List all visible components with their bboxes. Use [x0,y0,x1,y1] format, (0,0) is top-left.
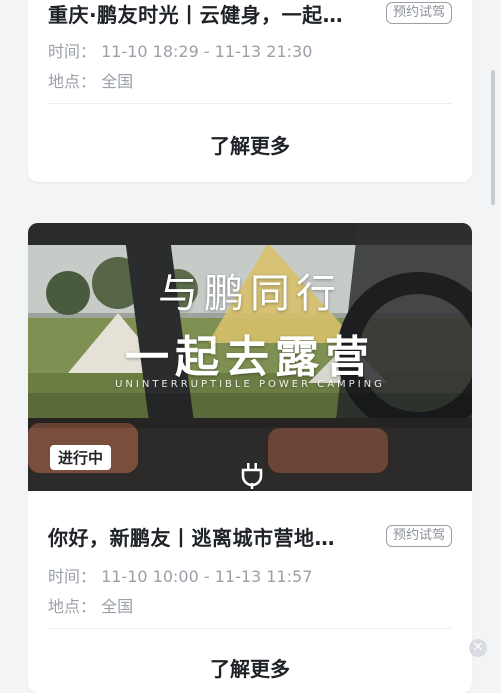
event-time: 时间： 11-10 10:00 - 11-13 11:57 [48,567,313,586]
event-location: 地点： 全国 [48,597,134,616]
close-icon[interactable]: ✕ [469,639,487,657]
event-title-row: 重庆·鹏友时光丨云健身，一起… 预约试驾 [48,0,452,28]
scrollbar[interactable] [491,70,495,205]
learn-more-button[interactable]: 了解更多 [28,130,472,159]
banner-tagline: UNINTERRUPTIBLE POWER CAMPING [115,379,385,390]
event-time: 时间： 11-10 18:29 - 11-13 21:30 [48,42,313,61]
plug-icon [241,463,263,489]
event-title: 你好，新鹏友丨逃离城市营地… [48,525,335,550]
event-title-row: 你好，新鹏友丨逃离城市营地… 预约试驾 [48,521,452,551]
event-card[interactable]: 重庆·鹏友时光丨云健身，一起… 预约试驾 时间： 11-10 18:29 - 1… [28,0,472,182]
test-drive-button[interactable]: 预约试驾 [385,2,452,24]
divider [48,628,452,629]
divider [48,103,452,104]
test-drive-button[interactable]: 预约试驾 [385,525,452,547]
event-card[interactable]: 与鹏同行 一起去露营 UNINTERRUPTIBLE POWER CAMPING… [28,223,472,693]
status-badge: 进行中 [50,445,112,470]
banner-headline: 与鹏同行 [158,271,342,317]
banner-subheadline: 一起去露营 [125,332,375,383]
event-title: 重庆·鹏友时光丨云健身，一起… [48,2,344,27]
event-location: 地点： 全国 [48,72,134,91]
learn-more-button[interactable]: 了解更多 [28,653,472,682]
event-banner[interactable]: 与鹏同行 一起去露营 UNINTERRUPTIBLE POWER CAMPING… [28,223,472,491]
